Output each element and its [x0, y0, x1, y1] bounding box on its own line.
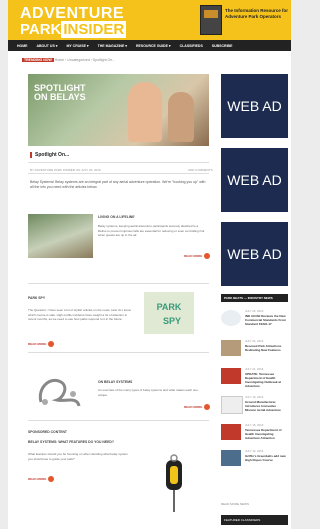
belay-device-icon — [166, 454, 182, 512]
belay-device-image[interactable] — [33, 372, 83, 412]
divider — [28, 283, 209, 284]
section-title[interactable]: LIVING ON A LIFELINE — [98, 215, 134, 219]
arrow-circle-icon — [204, 253, 211, 259]
site-header: ADVENTURE PARK INSIDER The Information Re… — [8, 0, 291, 40]
read-more-news-link[interactable]: READ MORE NEWS — [221, 502, 249, 506]
section-text: The Question: I have seen a lot of styli… — [28, 308, 131, 321]
web-ad-2[interactable]: WEB AD — [221, 148, 288, 212]
belay-device-image[interactable] — [156, 454, 192, 514]
web-ad-3[interactable]: WEB AD — [221, 222, 288, 286]
nav-home[interactable]: HOME — [17, 44, 28, 48]
comments-link[interactable]: ADD COMMENTS — [188, 168, 213, 172]
read-more-button[interactable]: READ MORE — [28, 476, 55, 482]
article-intro: Belay Systems! Belay systems are an inte… — [30, 180, 206, 189]
logo-park: PARK — [20, 21, 62, 38]
sponsored-title[interactable]: BELAY SYSTEMS: WHAT FEATURES DO YOU NEED… — [28, 440, 114, 444]
featured-classifieds-header: FEATURED CLASSIFIEDS — [221, 515, 288, 525]
news-headline: Ground Manufacturer Introduces Innovativ… — [245, 400, 281, 412]
nav-classifieds[interactable]: CLASSIFIEDS — [180, 44, 203, 48]
logo-top[interactable]: ADVENTURE — [20, 6, 124, 22]
carabiner-icon — [38, 378, 81, 407]
news-thumbnail — [221, 340, 241, 356]
news-item[interactable]: JULY 12, 2016 Griffin's Greenbelts add n… — [221, 448, 288, 468]
nav-subscribe[interactable]: SUBSCRIBE — [212, 44, 233, 48]
section-text: An overview of the many types of belay s… — [98, 388, 198, 397]
news-headline: Tennessee Department of Health Investiga… — [245, 428, 282, 440]
park-spy-image[interactable]: PARK SPY — [144, 292, 194, 334]
industry-news-header: PARK BEATS — INDUSTRY NEWS — [221, 294, 288, 302]
hero-title: SPOTLIGHT ON BELAYS — [34, 83, 86, 102]
trending-badge: TRENDING NOW — [22, 58, 54, 62]
read-more-button[interactable]: READ MORE — [184, 404, 211, 410]
nav-about[interactable]: ABOUT US ▾ — [37, 44, 58, 48]
read-more-button[interactable]: READ MORE — [28, 341, 55, 347]
arrow-circle-icon — [48, 476, 55, 482]
hero-image: SPOTLIGHT ON BELAYS — [28, 74, 209, 146]
divider — [28, 162, 209, 163]
hero-person — [128, 82, 162, 142]
news-item[interactable]: JULY 26, 2016 IND ACCBI Reviews the New … — [221, 308, 288, 328]
svg-text:SPY: SPY — [163, 316, 181, 326]
arrow-circle-icon — [204, 404, 211, 410]
breadcrumb: TRENDING NOW Home › Uncategorized › Spot… — [22, 58, 115, 62]
section-text: What features should you be focusing on … — [28, 452, 128, 461]
nav-magazine[interactable]: THE MAGAZINE ▾ — [98, 44, 127, 48]
logo-insider: INSIDER — [61, 21, 127, 38]
news-headline: Rescued Park Attractions Dedicating New … — [245, 344, 282, 352]
divider — [28, 173, 209, 174]
news-thumbnail — [221, 396, 243, 414]
sponsored-label: SPONSORED CONTENT — [28, 430, 67, 434]
news-date: JULY 24, 2016 — [245, 339, 264, 343]
news-item[interactable]: JULY 19, 2016 Ground Manufacturer Introd… — [221, 394, 288, 414]
divider — [28, 420, 209, 421]
nav-cruise[interactable]: MY CRUISE ▾ — [67, 44, 89, 48]
news-item[interactable]: JULY 15, 2016 Tennessee Department of He… — [221, 422, 288, 442]
hero-person — [168, 92, 194, 142]
news-thumbnail — [221, 424, 241, 440]
site-tagline: The Information Resource for Adventure P… — [225, 8, 289, 19]
news-date: JULY 21, 2016 — [245, 367, 264, 371]
article-meta: BY ADVENTURE PARK INSIDER ON JULY 26, 20… — [30, 168, 101, 172]
logo-bottom[interactable]: PARK INSIDER — [20, 21, 127, 38]
news-headline: Griffin's Greenbelts add new High Ropes … — [245, 454, 286, 462]
arrow-circle-icon — [48, 341, 55, 347]
news-thumbnail — [221, 368, 241, 384]
news-item[interactable]: JULY 24, 2016 Rescued Park Attractions D… — [221, 338, 288, 358]
section-title[interactable]: ON BELAY SYSTEMS — [98, 380, 132, 384]
magazine-cover-image[interactable] — [200, 5, 222, 35]
globe-icon — [221, 310, 241, 326]
section-text: Belay systems, keeping aerial adventure … — [98, 224, 205, 237]
park-spy-logo-icon: PARK SPY — [157, 302, 182, 326]
news-headline: UPDATE: Tennessee Department of Health I… — [245, 372, 282, 388]
svg-text:PARK: PARK — [157, 302, 182, 312]
news-date: JULY 26, 2016 — [245, 309, 264, 313]
breadcrumb-path[interactable]: Home › Uncategorized › Spotlight On... — [55, 58, 115, 62]
page: ADVENTURE PARK INSIDER The Information Re… — [8, 0, 291, 529]
news-date: JULY 15, 2016 — [245, 423, 264, 427]
news-thumbnail — [221, 450, 241, 466]
lifeline-thumbnail[interactable] — [28, 214, 93, 258]
web-ad-1[interactable]: WEB AD — [221, 74, 288, 138]
news-date: JULY 12, 2016 — [245, 449, 264, 453]
article-title: Spotlight On... — [30, 152, 69, 158]
nav-resource-guide[interactable]: RESOURCE GUIDE ▾ — [136, 44, 171, 48]
news-item[interactable]: JULY 21, 2016 UPDATE: Tennessee Departme… — [221, 366, 288, 388]
main-nav: HOME ABOUT US ▾ MY CRUISE ▾ THE MAGAZINE… — [8, 40, 291, 51]
read-more-button[interactable]: READ MORE — [184, 253, 211, 259]
news-date: JULY 19, 2016 — [245, 395, 264, 399]
divider — [28, 352, 209, 353]
news-headline: IND ACCBI Reviews the New Commercial Sta… — [245, 314, 287, 326]
section-title[interactable]: PARK SPY — [28, 296, 45, 300]
